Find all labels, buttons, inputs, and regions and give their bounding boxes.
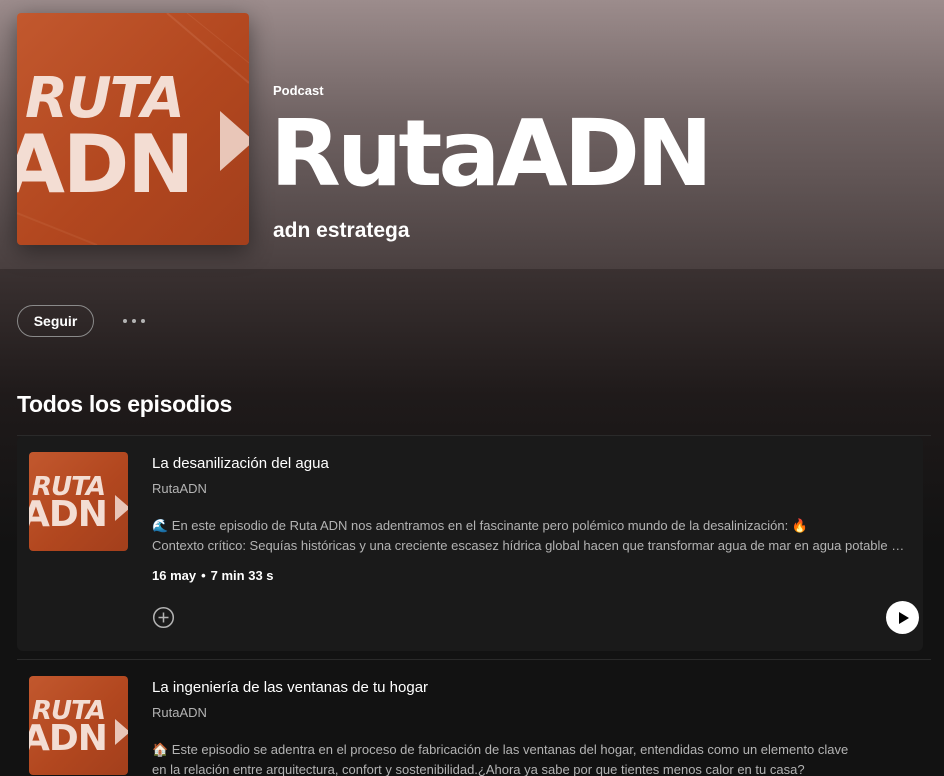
description-line: Contexto crítico: Sequías históricas y u… <box>152 538 907 553</box>
dot <box>141 319 145 323</box>
cover-text-adn: ADN <box>29 718 108 759</box>
episode-meta: 16 may • 7 min 33 s <box>152 568 274 583</box>
episode-show-link[interactable]: RutaADN <box>152 481 207 496</box>
cover-text-adn: ADN <box>17 118 194 211</box>
divider <box>17 659 931 660</box>
podcast-author-link[interactable]: adn estratega <box>273 219 410 243</box>
podcast-title: RutaADN <box>270 100 713 207</box>
episode-cover-image: RUTA ADN <box>29 676 128 775</box>
description-line: 🌊 En este episodio de Ruta ADN nos adent… <box>152 518 809 533</box>
play-icon <box>898 611 909 624</box>
episode-duration: 7 min 33 s <box>210 568 274 583</box>
episode-description: 🏠 Este episodio se adentra en el proceso… <box>152 740 907 776</box>
cover-text-adn: ADN <box>29 494 108 535</box>
play-triangle-logo-icon <box>115 495 128 521</box>
episode-title-link[interactable]: La ingeniería de las ventanas de tu hoga… <box>152 679 428 696</box>
play-button[interactable] <box>886 601 919 634</box>
content-type-label: Podcast <box>273 83 324 98</box>
dot <box>132 319 136 323</box>
meta-separator: • <box>201 568 206 583</box>
dot <box>123 319 127 323</box>
add-circle-icon[interactable] <box>152 606 175 629</box>
episode-cover-image: RUTA ADN <box>29 452 128 551</box>
episode-show-link[interactable]: RutaADN <box>152 705 207 720</box>
episodes-section-title: Todos los episodios <box>17 391 232 417</box>
podcast-cover-image: RUTA ADN <box>17 13 249 245</box>
description-line: 🏠 Este episodio se adentra en el proceso… <box>152 742 849 757</box>
play-triangle-logo-icon <box>115 719 128 745</box>
description-line: en la relación entre arquitectura, confo… <box>152 762 805 776</box>
play-triangle-logo-icon <box>220 111 249 171</box>
follow-button[interactable]: Seguir <box>17 305 94 337</box>
episode-title-link[interactable]: La desanilización del agua <box>152 455 329 472</box>
more-options-icon[interactable] <box>118 308 150 334</box>
episode-description: 🌊 En este episodio de Ruta ADN nos adent… <box>152 516 907 556</box>
episode-date: 16 may <box>152 568 197 583</box>
